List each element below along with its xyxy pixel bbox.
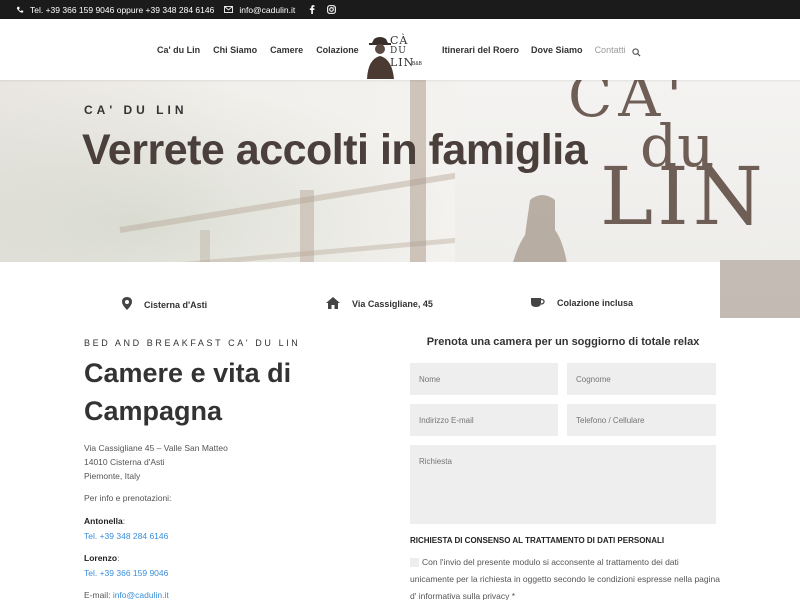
name-input[interactable] (410, 363, 558, 395)
nav-item-dove-siamo[interactable]: Dove Siamo (531, 45, 583, 55)
nav-item-colazione[interactable]: Colazione (316, 45, 359, 55)
consent-block: Con l'invio del presente modulo si accon… (410, 554, 720, 600)
nav-item-contatti[interactable]: Contatti (595, 45, 626, 55)
topbar-phones[interactable]: Tel. +39 366 159 9046 oppure +39 348 284… (30, 5, 214, 15)
phone-input[interactable] (567, 404, 716, 436)
phone-icon (16, 6, 24, 14)
top-bar: Tel. +39 366 159 9046 oppure +39 348 284… (0, 0, 800, 19)
email-icon (224, 6, 234, 13)
instagram-icon[interactable] (327, 5, 337, 14)
info-label: Per info e prenotazioni: (84, 493, 172, 503)
contact-email-link[interactable]: info@cadulin.it (113, 590, 169, 600)
site-header: Ca' du Lin Chi Siamo Camere Colazione CÀ… (0, 19, 800, 80)
address-line: Via Cassigliane 45 – Valle San Matteo (84, 443, 228, 453)
address-block: Via Cassigliane 45 – Valle San Matteo 14… (84, 441, 228, 483)
address-line: Piemonte, Italy (84, 471, 141, 481)
consent-checkbox[interactable] (410, 558, 419, 568)
coffee-cup-icon (531, 297, 545, 309)
contact-name-antonella: Antonella: (84, 516, 126, 526)
nav-item-chi-siamo[interactable]: Chi Siamo (213, 45, 257, 55)
site-logo[interactable]: CÀ DU LIN B&B (364, 33, 422, 79)
email-label: E-mail: (84, 590, 113, 600)
features-strip (0, 262, 720, 324)
feature-location: Cisterna d'Asti (122, 297, 207, 312)
email-input[interactable] (410, 404, 558, 436)
sign-letters-lin: LIN (600, 150, 767, 243)
home-icon (326, 297, 340, 311)
main-nav-right: Itinerari del Roero Dove Siamo Contatti (442, 19, 626, 80)
main-nav-left: Ca' du Lin Chi Siamo Camere Colazione (157, 19, 359, 80)
consent-text: Con l'invio del presente modulo si accon… (410, 557, 720, 600)
section-eyebrow: BED AND BREAKFAST CA' DU LIN (84, 338, 301, 348)
request-textarea[interactable] (410, 445, 716, 524)
nav-item-camere[interactable]: Camere (270, 45, 303, 55)
feature-address-label: Via Cassigliane, 45 (352, 299, 433, 309)
contact-phone-lorenzo[interactable]: Tel. +39 366 159 9046 (84, 568, 168, 578)
contact-name-lorenzo: Lorenzo: (84, 553, 120, 563)
logo-text: CÀ DU LIN (390, 34, 415, 69)
feature-location-label: Cisterna d'Asti (144, 299, 208, 310)
stone-wall-decoration (720, 260, 800, 318)
hero-title: Verrete accolti in famiglia (82, 126, 588, 174)
search-icon[interactable] (632, 44, 641, 62)
feature-breakfast-label: Colazione inclusa (557, 298, 634, 308)
surname-input[interactable] (567, 363, 716, 395)
logo-small: B&B (412, 61, 423, 67)
topbar-email[interactable]: info@cadulin.it (239, 5, 295, 15)
nav-item-itinerari[interactable]: Itinerari del Roero (442, 45, 519, 55)
feature-address: Via Cassigliane, 45 (326, 297, 433, 311)
feature-breakfast: Colazione inclusa (531, 297, 633, 309)
section-heading: Camere e vita di Campagna (84, 358, 292, 426)
address-line: 14010 Cisterna d'Asti (84, 457, 165, 467)
location-pin-icon (122, 297, 132, 312)
contact-phone-antonella[interactable]: Tel. +39 348 284 6146 (84, 531, 168, 541)
form-title: Prenota una camera per un soggiorno di t… (426, 336, 700, 348)
consent-title: RICHIESTA DI CONSENSO AL TRATTAMENTO DI … (410, 536, 665, 545)
nav-item-ca-du-lin[interactable]: Ca' du Lin (157, 45, 200, 55)
facebook-icon[interactable] (309, 5, 315, 14)
contact-email-line: E-mail: info@cadulin.it (84, 590, 169, 600)
hero-subtitle: CA' DU LIN (84, 103, 188, 117)
